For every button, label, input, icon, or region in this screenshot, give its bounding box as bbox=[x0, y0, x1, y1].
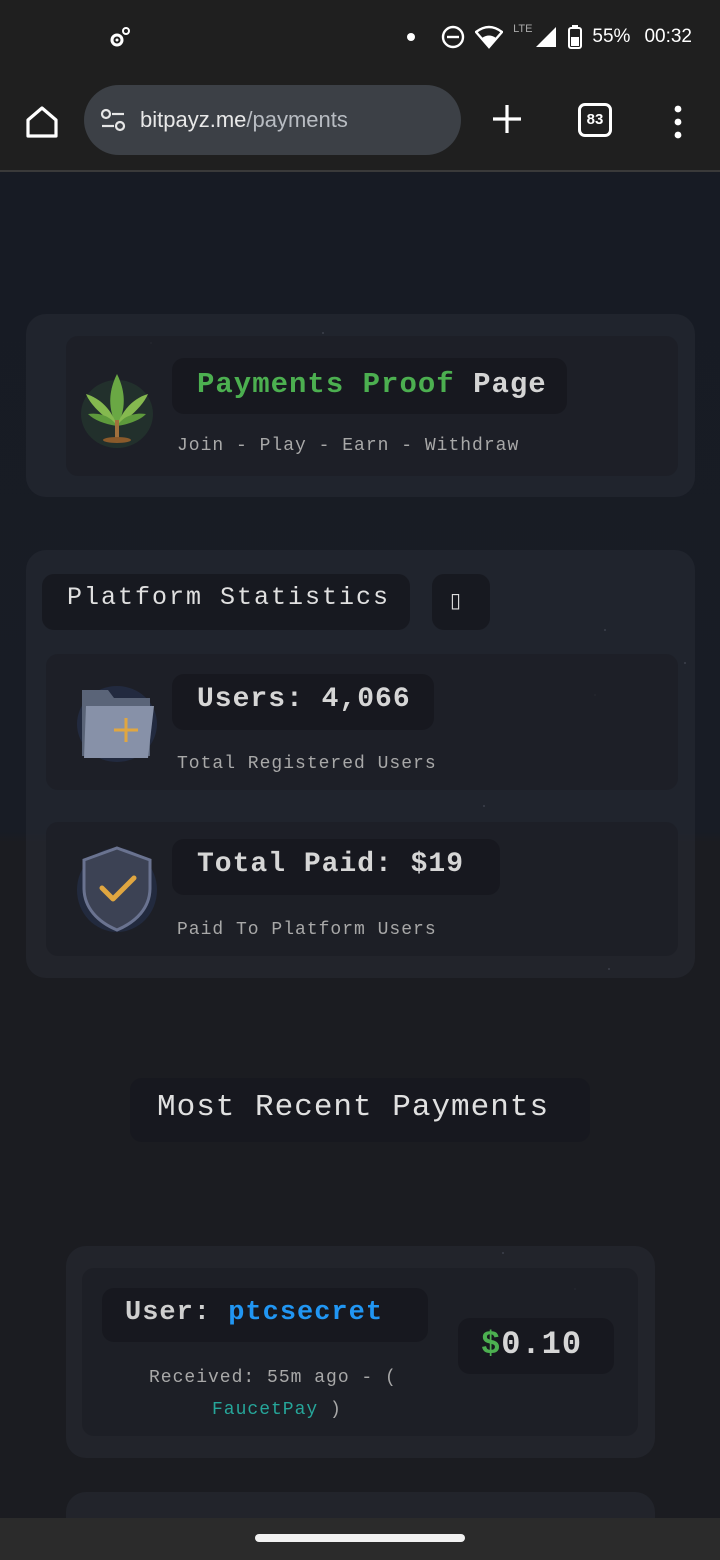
folder-add-icon bbox=[77, 686, 157, 762]
page-content: Payments Proof Page Join - Play - Earn -… bbox=[0, 172, 720, 1518]
title-word-page: Page bbox=[473, 368, 547, 401]
payment-currency: $ bbox=[481, 1326, 502, 1363]
page-subtitle: Join - Play - Earn - Withdraw bbox=[177, 436, 520, 456]
signal-icon bbox=[536, 27, 557, 47]
recent-payments-heading: Most Recent Payments bbox=[157, 1090, 550, 1125]
stats-heading: Platform Statistics bbox=[67, 583, 391, 612]
url-domain: bitpayz.me bbox=[140, 107, 247, 132]
paid-caption: Paid To Platform Users bbox=[177, 920, 437, 940]
settings-sync-icon bbox=[110, 27, 130, 47]
page-title: Payments Proof Page bbox=[197, 368, 547, 401]
clock: 00:32 bbox=[644, 26, 692, 47]
gesture-handle[interactable] bbox=[255, 1534, 465, 1542]
header-card: Payments Proof Page Join - Play - Earn -… bbox=[26, 314, 695, 497]
browser-toolbar: bitpayz.me/payments 83 bbox=[0, 72, 720, 172]
payment-user-label: User: bbox=[125, 1298, 212, 1328]
total-paid: Total Paid: $19 bbox=[197, 849, 465, 880]
new-tab-icon[interactable] bbox=[490, 102, 524, 136]
site-settings-icon[interactable] bbox=[98, 105, 128, 135]
battery-percent: 55% bbox=[592, 26, 631, 47]
plant-icon bbox=[81, 374, 153, 448]
tab-switcher-button[interactable]: 83 bbox=[578, 103, 612, 137]
battery-icon bbox=[568, 25, 583, 49]
url-path: /payments bbox=[246, 107, 348, 132]
url-text: bitpayz.me/payments bbox=[140, 107, 348, 133]
do-not-disturb-icon bbox=[441, 25, 465, 49]
system-nav-bar bbox=[0, 1518, 720, 1560]
payment-close-paren: ) bbox=[330, 1400, 342, 1420]
payment-card: User: ptcsecret Received: 55m ago - ( Fa… bbox=[66, 1246, 655, 1458]
title-word-payments: Payments bbox=[197, 368, 345, 401]
network-type-label: LTE bbox=[513, 23, 533, 35]
users-count: Users: 4,066 bbox=[197, 684, 411, 715]
title-word-proof: Proof bbox=[362, 368, 455, 401]
address-bar[interactable]: bitpayz.me/payments bbox=[84, 85, 461, 155]
stats-card: Platform Statistics ▯ Users: 4,066 Total… bbox=[26, 550, 695, 978]
wifi-icon bbox=[475, 25, 504, 49]
shield-check-icon bbox=[77, 846, 157, 932]
payment-method-line: FaucetPay ) bbox=[212, 1400, 342, 1420]
notification-dot-icon bbox=[407, 33, 416, 41]
home-icon[interactable] bbox=[22, 102, 62, 142]
payment-user-line: User: ptcsecret bbox=[125, 1298, 383, 1328]
stats-toggle-glyph: ▯ bbox=[450, 588, 462, 612]
payment-amount-line: $0.10 bbox=[481, 1326, 582, 1363]
payment-method[interactable]: FaucetPay bbox=[212, 1400, 318, 1420]
next-payment-card-edge bbox=[66, 1492, 655, 1518]
payment-amount: 0.10 bbox=[501, 1326, 583, 1363]
payment-received: Received: 55m ago - ( bbox=[149, 1368, 397, 1388]
status-bar: LTE 55% 00:32 bbox=[0, 0, 720, 72]
stats-toggle-button[interactable]: ▯ bbox=[432, 574, 490, 630]
users-caption: Total Registered Users bbox=[177, 754, 437, 774]
payment-username[interactable]: ptcsecret bbox=[228, 1298, 383, 1328]
more-options-icon[interactable] bbox=[670, 102, 686, 142]
